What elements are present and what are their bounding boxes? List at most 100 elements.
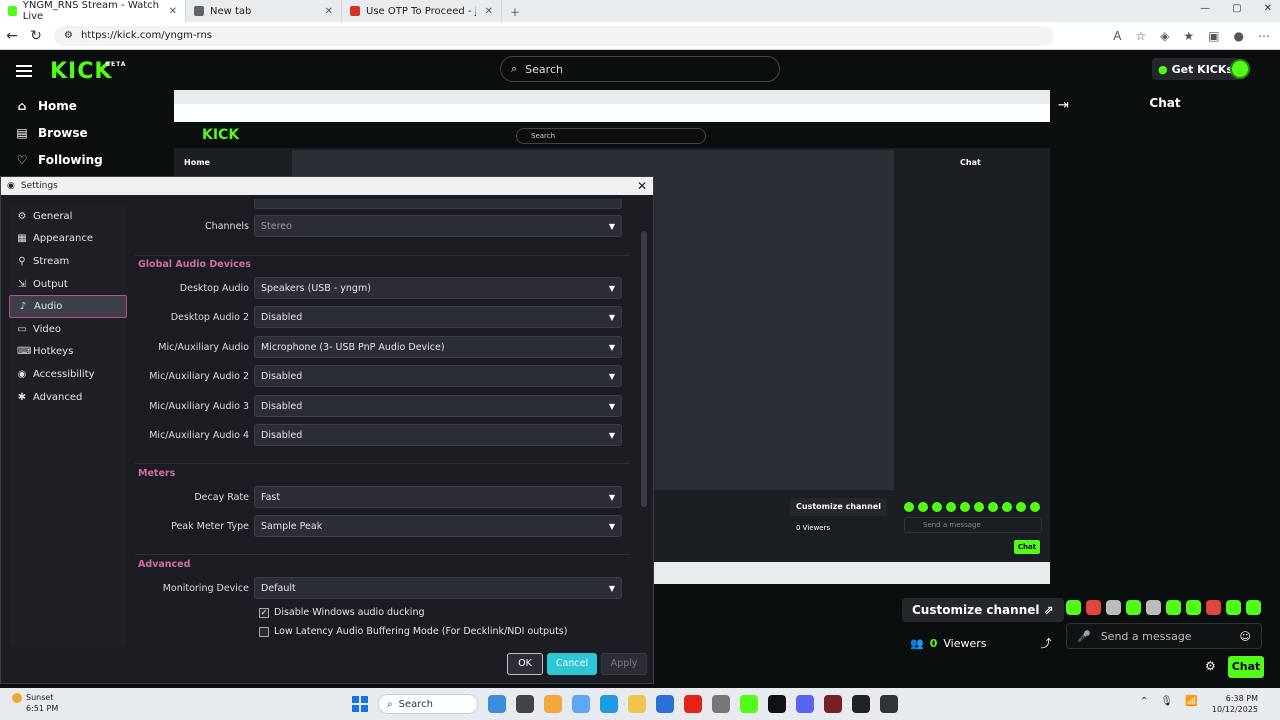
desktop-audio-select[interactable]: Speakers (USB - yngm) ▼ [254, 277, 622, 299]
hamburger-menu-icon[interactable] [16, 65, 32, 77]
kick-app-icon[interactable] [740, 695, 758, 713]
taskbar-search[interactable]: ⌕ Search [378, 694, 478, 714]
weather-widget[interactable]: Sunset 6:51 PM [12, 692, 58, 714]
task-view-icon[interactable] [516, 695, 534, 713]
apply-button[interactable]: Apply [601, 653, 647, 675]
app-icon[interactable] [544, 695, 562, 713]
field-label: Mic/Auxiliary Audio [158, 341, 249, 353]
favorites-icon[interactable]: ★ [1183, 29, 1194, 43]
close-tab-icon[interactable]: ✕ [325, 6, 333, 17]
extensions-icon[interactable]: ◈ [1160, 29, 1169, 43]
emote-icon[interactable] [1146, 600, 1161, 615]
share-icon[interactable]: ⤴ [1040, 635, 1051, 651]
decay-rate-select[interactable]: Fast ▼ [254, 486, 622, 508]
search-input[interactable]: ⌕ Search [500, 56, 780, 82]
widgets-icon[interactable] [488, 695, 506, 713]
emote-icon[interactable] [1206, 600, 1221, 615]
settings-app-icon[interactable] [712, 695, 730, 713]
send-message-input[interactable]: 🎤 Send a message ☺ [1066, 623, 1262, 649]
mic-audio-select[interactable]: Microphone (3- USB PnP Audio Device) ▼ [254, 336, 622, 358]
emote-icon[interactable] [1186, 600, 1201, 615]
settings-nav-audio[interactable]: ♪ Audio [9, 295, 127, 318]
checkbox-unchecked-icon[interactable] [259, 626, 269, 637]
monitoring-device-select[interactable]: Default ▼ [254, 577, 622, 599]
windows-start-icon[interactable] [352, 696, 368, 712]
collections-icon[interactable]: ▣ [1208, 29, 1219, 43]
ok-button[interactable]: OK [507, 653, 543, 675]
settings-nav-advanced[interactable]: ✱ Advanced [9, 386, 127, 409]
site-info-icon[interactable]: ⚙ [64, 30, 73, 41]
microphone-icon[interactable]: 🎙 [1160, 696, 1173, 707]
store-icon[interactable] [656, 695, 674, 713]
favorite-star-icon[interactable]: ☆ [1135, 29, 1146, 43]
copilot-icon[interactable] [572, 695, 590, 713]
emote-icon[interactable] [1106, 600, 1121, 615]
scrolled-select[interactable] [254, 199, 622, 209]
emote-icon[interactable] [1226, 600, 1241, 615]
settings-nav-appearance[interactable]: ▦ Appearance [9, 228, 127, 251]
desktop-audio-2-select[interactable]: Disabled ▼ [254, 306, 622, 328]
close-window-icon[interactable]: ✕ [1264, 3, 1272, 14]
nav-item-browse[interactable]: ▤ Browse [0, 119, 172, 146]
reload-icon[interactable]: ↻ [24, 28, 48, 44]
menu-icon[interactable]: ⋯ [1258, 29, 1270, 43]
chat-settings-icon[interactable]: ⚙ [1205, 659, 1216, 673]
new-tab-button[interactable]: ＋ [502, 0, 530, 22]
settings-nav-accessibility[interactable]: ◉ Accessibility [9, 363, 127, 386]
emote-icon[interactable] [1246, 600, 1261, 615]
settings-nav-hotkeys[interactable]: ⌨ Hotkeys [9, 341, 127, 364]
taskbar-clock[interactable]: 6:38 PM 10/12/2025 [1208, 693, 1258, 715]
mic-audio-3-select[interactable]: Disabled ▼ [254, 395, 622, 417]
mic-audio-2-select[interactable]: Disabled ▼ [254, 365, 622, 387]
profile-icon[interactable]: ● [1234, 29, 1244, 43]
read-aloud-icon[interactable]: A [1113, 29, 1121, 43]
kick-logo[interactable]: KICK BETA [50, 59, 125, 84]
discord-icon[interactable] [796, 695, 814, 713]
settings-nav-output[interactable]: ⇲ Output [9, 273, 127, 296]
back-icon[interactable]: ← [0, 28, 24, 44]
emote-icon[interactable] [1166, 600, 1181, 615]
peak-meter-select[interactable]: Sample Peak ▼ [254, 515, 622, 537]
checkbox-checked-icon[interactable]: ✓ [259, 607, 269, 618]
cancel-button[interactable]: Cancel [547, 653, 597, 675]
channels-select[interactable]: Stereo ▼ [254, 215, 622, 237]
close-icon[interactable]: ✕ [637, 179, 647, 193]
low-latency-checkbox[interactable]: Low Latency Audio Buffering Mode (For De… [259, 626, 567, 637]
user-avatar[interactable] [1230, 59, 1250, 79]
nav-item-home[interactable]: ⌂ Home [0, 92, 172, 119]
tab-gmail[interactable]: Use OTP To Proceed - jose.quevedo ✕ [342, 0, 502, 22]
file-explorer-icon[interactable] [628, 695, 646, 713]
microphone-icon[interactable]: 🎤 [1077, 630, 1091, 643]
close-tab-icon[interactable]: ✕ [169, 6, 177, 17]
emote-icon[interactable] [1126, 600, 1141, 615]
obs-icon[interactable] [880, 695, 898, 713]
chat-send-button[interactable]: Chat [1228, 656, 1264, 678]
minimize-icon[interactable]: — [1200, 3, 1210, 14]
mic-audio-4-select[interactable]: Disabled ▼ [254, 424, 622, 446]
app-icon[interactable] [824, 695, 842, 713]
settings-nav-stream[interactable]: ⚲ Stream [9, 250, 127, 273]
settings-nav-video[interactable]: ▭ Video [9, 318, 127, 341]
customize-channel-button[interactable]: Customize channel ⇗ [902, 598, 1064, 622]
emote-icon[interactable] [1066, 600, 1081, 615]
tab-new-tab[interactable]: New tab ✕ [186, 0, 342, 22]
settings-nav-general[interactable]: ⚙ General [9, 205, 127, 228]
url-field[interactable]: ⚙ https://kick.com/yngm-rns [54, 25, 1054, 46]
tab-kick-stream[interactable]: YNGM_RNS Stream - Watch Live ✕ [0, 0, 186, 22]
settings-title: Settings [20, 181, 58, 191]
chevron-up-icon[interactable]: ⌃ [1140, 696, 1148, 707]
viewers-icon: 👥 [910, 636, 924, 650]
close-tab-icon[interactable]: ✕ [485, 6, 493, 17]
nav-item-following[interactable]: ♡ Following [0, 146, 172, 173]
capcut-icon[interactable] [852, 695, 870, 713]
get-kicks-button[interactable]: ● Get KICKs [1152, 58, 1239, 80]
youtube-icon[interactable] [684, 695, 702, 713]
emoji-icon[interactable]: ☺ [1240, 630, 1251, 643]
emote-icon[interactable] [1086, 600, 1101, 615]
settings-scrollbar[interactable] [641, 231, 647, 507]
edge-icon[interactable] [600, 695, 618, 713]
tiktok-icon[interactable] [768, 695, 786, 713]
wifi-icon[interactable]: 📶 [1185, 696, 1197, 707]
maximize-icon[interactable]: ▢ [1232, 3, 1241, 14]
disable-ducking-checkbox[interactable]: ✓ Disable Windows audio ducking [259, 607, 425, 618]
